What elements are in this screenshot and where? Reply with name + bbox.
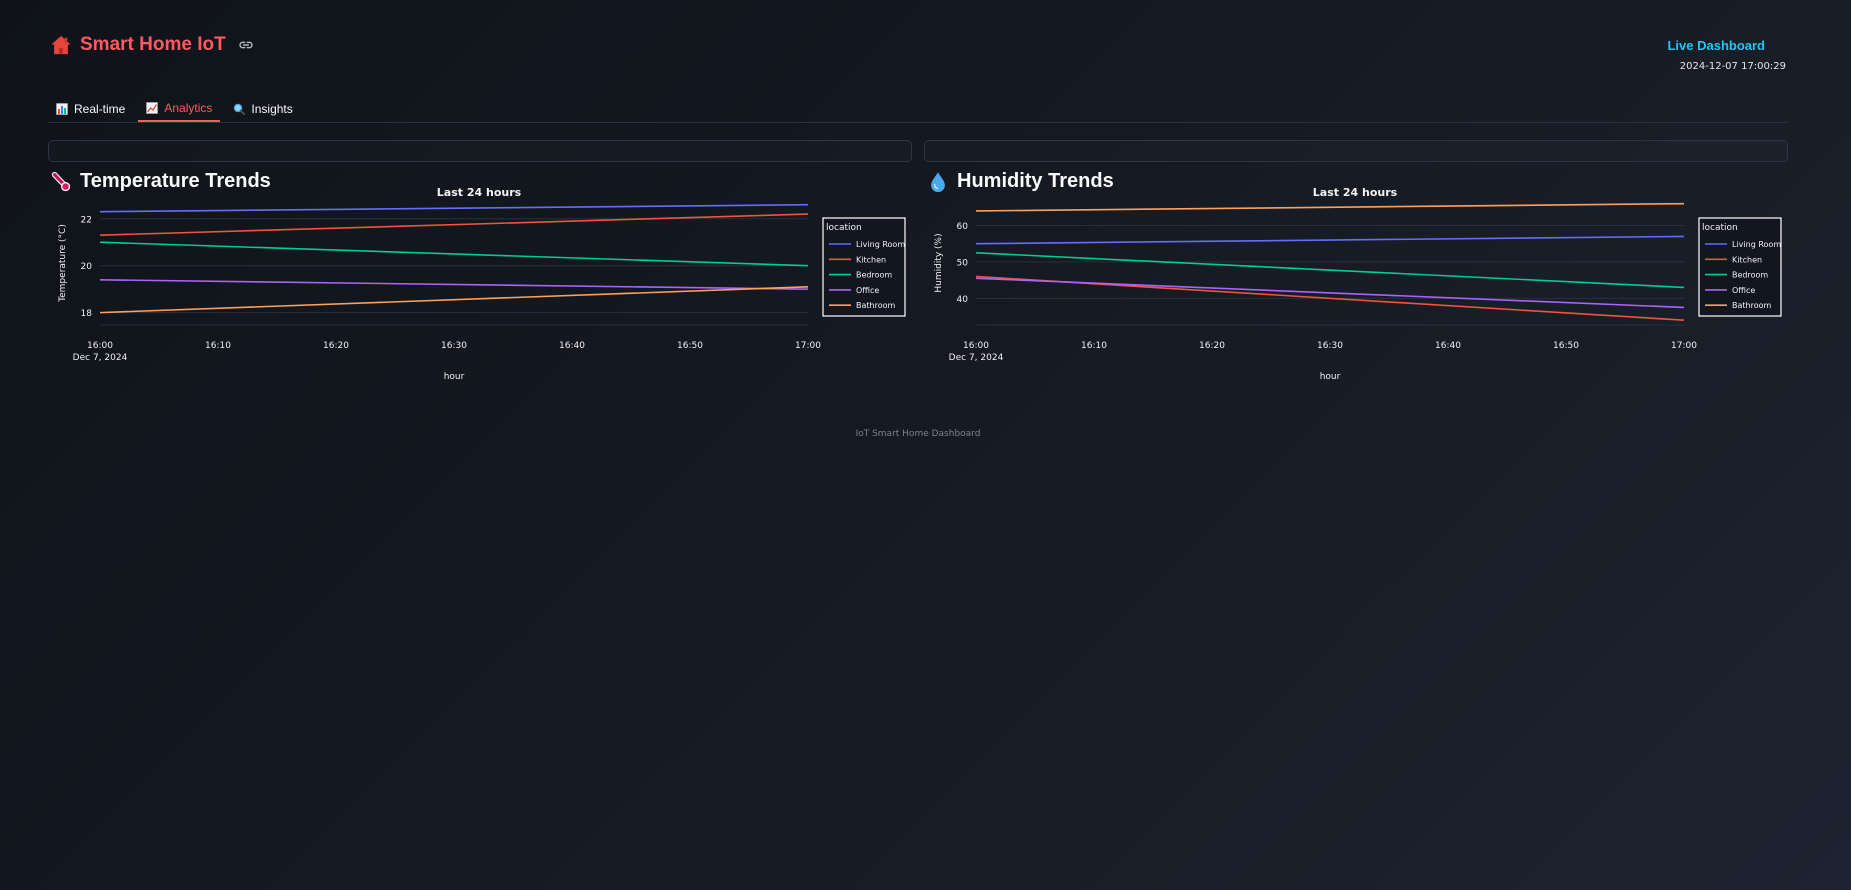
x-tick-label: 17:00 — [1671, 341, 1697, 351]
series-line-bathroom[interactable] — [975, 202, 1685, 212]
legend-item-kitchen[interactable]: Kitchen — [1732, 255, 1762, 264]
legend-title: location — [1702, 223, 1738, 233]
x-tick-label: 16:00 — [963, 341, 989, 351]
magnifier-icon — [234, 103, 246, 115]
temperature-chart[interactable]: Last 24 hours 18 20 22 Temperature (°C) 16:00… — [48, 186, 910, 390]
last-updated-timestamp: 2024-12-07 17:00:29 — [1679, 61, 1786, 72]
y-tick-label: 22 — [81, 215, 92, 225]
chart-title: Last 24 hours — [1313, 186, 1398, 199]
legend-item-bedroom[interactable]: Bedroom — [856, 271, 892, 280]
x-tick-label: 16:50 — [1553, 341, 1579, 351]
legend-item-office[interactable]: Office — [1732, 286, 1755, 295]
app-header: Smart Home IoT — [50, 34, 254, 56]
tab-label: Real-time — [74, 101, 126, 116]
series-line-office[interactable] — [99, 278, 809, 290]
series-line-living-room[interactable] — [99, 203, 809, 213]
bar-chart-icon — [56, 102, 68, 115]
y-tick-label: 18 — [81, 309, 93, 319]
chart-title: Last 24 hours — [437, 186, 522, 199]
legend-item-bedroom[interactable]: Bedroom — [1732, 271, 1768, 280]
x-axis-label: hour — [444, 372, 465, 382]
x-tick-label: 16:20 — [1199, 341, 1225, 351]
x-tick-label: 16:30 — [441, 341, 467, 351]
trend-chart-icon — [146, 102, 159, 114]
legend-item-kitchen[interactable]: Kitchen — [856, 255, 886, 264]
y-tick-label: 40 — [957, 295, 969, 305]
x-tick-label: 16:10 — [1081, 341, 1107, 351]
tab-insights[interactable]: Insights — [225, 96, 300, 121]
y-axis-label: Temperature (°C) — [58, 224, 68, 303]
x-date-label: Dec 7, 2024 — [949, 353, 1004, 363]
tab-bar: Real-time Analytics Insights — [48, 96, 1788, 123]
series-line-bathroom[interactable] — [99, 286, 809, 314]
link-icon[interactable] — [238, 37, 254, 53]
series-line-living-room[interactable] — [975, 235, 1685, 245]
x-tick-label: 16:40 — [1435, 341, 1461, 351]
legend-item-office[interactable]: Office — [856, 286, 879, 295]
legend-title: location — [826, 223, 862, 233]
y-tick-label: 60 — [957, 222, 969, 232]
live-status: Live Dashboard — [1667, 38, 1765, 53]
tab-label: Insights — [251, 101, 293, 116]
filter-box-left — [48, 140, 912, 162]
tab-real-time[interactable]: Real-time — [48, 96, 133, 121]
legend-item-living-room[interactable]: Living Room — [1732, 240, 1781, 249]
x-axis-label: hour — [1320, 372, 1341, 382]
x-tick-label: 16:20 — [323, 341, 349, 351]
legend-item-living-room[interactable]: Living Room — [856, 240, 905, 249]
legend-item-bathroom[interactable]: Bathroom — [1732, 301, 1772, 310]
legend-item-bathroom[interactable]: Bathroom — [856, 301, 896, 310]
house-icon — [51, 35, 71, 55]
tab-analytics[interactable]: Analytics — [138, 96, 221, 122]
x-tick-label: 16:40 — [559, 341, 585, 351]
series-line-bedroom[interactable] — [99, 241, 809, 267]
x-date-label: Dec 7, 2024 — [73, 353, 128, 363]
tab-label: Analytics — [164, 101, 213, 115]
x-tick-label: 16:50 — [677, 341, 703, 351]
x-tick-label: 16:10 — [205, 341, 231, 351]
y-axis-label: Humidity (%) — [934, 233, 944, 292]
filter-box-right — [924, 140, 1788, 162]
x-tick-label: 16:00 — [87, 341, 113, 351]
footer-text: IoT Smart Home Dashboard — [855, 429, 981, 439]
x-tick-label: 17:00 — [795, 341, 821, 351]
app-title: Smart Home IoT — [80, 34, 226, 55]
y-tick-label: 20 — [81, 262, 93, 272]
series-line-kitchen[interactable] — [99, 213, 809, 236]
x-tick-label: 16:30 — [1317, 341, 1343, 351]
humidity-chart[interactable]: Last 24 hours 40 50 60 Humidity (%) 16:00 16:1… — [924, 186, 1786, 390]
y-tick-label: 50 — [957, 258, 969, 268]
